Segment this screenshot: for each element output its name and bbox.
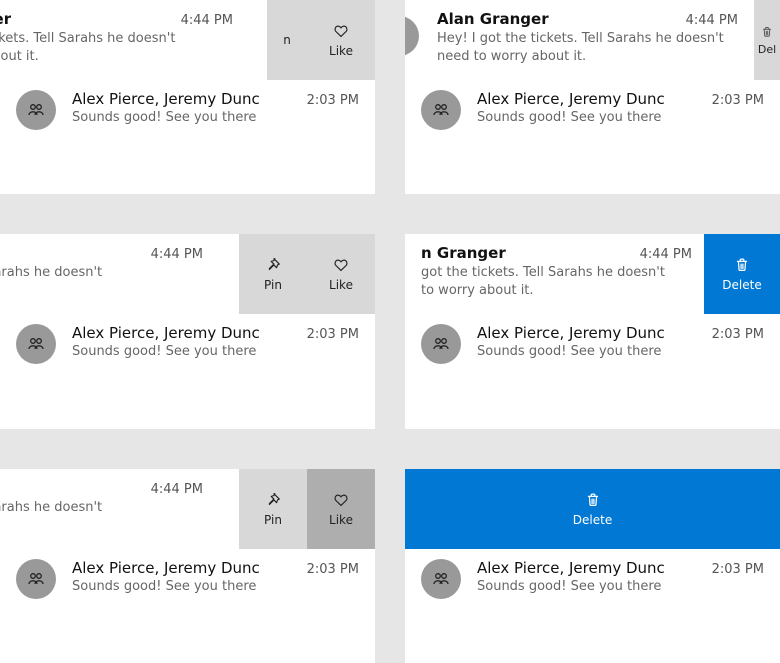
people-icon xyxy=(431,569,451,589)
conversation-item[interactable]: Alex Pierce, Jeremy Dunc 2:03 PM Sounds … xyxy=(0,549,375,609)
sender-name: Alex Pierce, Jeremy Dunc xyxy=(477,559,665,577)
message-preview: Sounds good! See you there xyxy=(72,110,359,125)
like-action[interactable]: Like xyxy=(307,234,375,314)
conversation-item[interactable]: anger 4:44 PM he tickets. Tell Sarahs he… xyxy=(0,0,375,80)
message-preview: Sounds good! See you there xyxy=(72,344,359,359)
heart-icon xyxy=(332,22,350,40)
message-preview: got the tickets. Tell Sarahs he doesn'tt… xyxy=(421,264,692,299)
sender-name: anger xyxy=(0,10,11,28)
message-preview: Sounds good! See you there xyxy=(477,110,764,125)
people-icon xyxy=(26,569,46,589)
message-preview: ets. Tell Sarahs he doesn'tout it. xyxy=(0,264,203,299)
message-card: n Granger 4:44 PM got the tickets. Tell … xyxy=(405,234,780,428)
timestamp: 2:03 PM xyxy=(307,93,359,108)
people-icon xyxy=(431,100,451,120)
people-icon xyxy=(431,334,451,354)
delete-action-sliver[interactable]: Del xyxy=(754,0,780,80)
pin-action[interactable]: n xyxy=(267,0,307,80)
pin-label: Pin xyxy=(264,513,282,527)
group-avatar xyxy=(421,324,461,364)
message-card: Delete Alex Pierce, Jeremy Dunc 2:03 PM … xyxy=(405,469,780,663)
like-label: Like xyxy=(329,44,353,58)
message-preview: Sounds good! See you there xyxy=(477,579,764,594)
sender-name: Alex Pierce, Jeremy Dunc xyxy=(72,90,260,108)
group-avatar xyxy=(16,90,56,130)
like-action[interactable]: Like xyxy=(307,0,375,80)
conversation-item[interactable]: Alex Pierce, Jeremy Dunc 2:03 PM Sounds … xyxy=(405,314,780,374)
message-card: anger 4:44 PM he tickets. Tell Sarahs he… xyxy=(0,0,375,194)
trash-icon xyxy=(584,491,602,509)
pin-icon xyxy=(264,491,282,509)
group-avatar xyxy=(16,324,56,364)
message-preview: he tickets. Tell Sarahs he doesn'trry ab… xyxy=(0,30,233,65)
delete-action[interactable]: Delete xyxy=(704,234,780,314)
pin-action[interactable]: Pin xyxy=(239,234,307,314)
conversation-item[interactable]: Alex Pierce, Jeremy Dunc 2:03 PM Sounds … xyxy=(0,314,375,374)
heart-icon xyxy=(332,256,350,274)
sender-name: Alex Pierce, Jeremy Dunc xyxy=(72,559,260,577)
sender-name: Alan Granger xyxy=(437,10,549,28)
conversation-item[interactable]: Alan Granger 4:44 PM Hey! I got the tick… xyxy=(405,0,780,80)
delete-action-full[interactable]: Delete xyxy=(405,469,780,549)
heart-icon xyxy=(332,491,350,509)
swipe-actions: Delete xyxy=(704,234,780,314)
conversation-item[interactable]: er 4:44 PM ets. Tell Sarahs he doesn'tou… xyxy=(0,469,375,549)
timestamp: 2:03 PM xyxy=(712,562,764,577)
timestamp: 4:44 PM xyxy=(181,13,233,28)
conversation-item[interactable]: Alex Pierce, Jeremy Dunc 2:03 PM Sounds … xyxy=(405,549,780,609)
trash-icon xyxy=(733,256,751,274)
group-avatar xyxy=(421,559,461,599)
sender-name: Alex Pierce, Jeremy Dunc xyxy=(477,90,665,108)
people-icon xyxy=(26,100,46,120)
timestamp: 2:03 PM xyxy=(712,327,764,342)
delete-label: Delete xyxy=(573,513,612,527)
swipe-actions: n Like xyxy=(267,0,375,80)
conversation-item[interactable]: er 4:44 PM ets. Tell Sarahs he doesn'tou… xyxy=(0,234,375,314)
message-preview: Hey! I got the tickets. Tell Sarahs he d… xyxy=(437,30,738,65)
message-card: Alan Granger 4:44 PM Hey! I got the tick… xyxy=(405,0,780,194)
pin-action[interactable]: Pin xyxy=(239,469,307,549)
conversation-item[interactable]: Alex Pierce, Jeremy Dunc 2:03 PM Sounds … xyxy=(0,80,375,140)
sender-name: Alex Pierce, Jeremy Dunc xyxy=(477,324,665,342)
swipe-actions: Pin Like xyxy=(239,469,375,549)
sender-name: n Granger xyxy=(421,244,506,262)
timestamp: 4:44 PM xyxy=(151,482,203,497)
sender-name: Alex Pierce, Jeremy Dunc xyxy=(72,324,260,342)
message-card: er 4:44 PM ets. Tell Sarahs he doesn'tou… xyxy=(0,234,375,428)
conversation-item[interactable]: Delete xyxy=(405,469,780,549)
message-card: er 4:44 PM ets. Tell Sarahs he doesn'tou… xyxy=(0,469,375,663)
delete-label-fragment: Del xyxy=(758,43,776,56)
message-preview: Sounds good! See you there xyxy=(477,344,764,359)
group-avatar xyxy=(421,90,461,130)
conversation-item[interactable]: Alex Pierce, Jeremy Dunc 2:03 PM Sounds … xyxy=(405,80,780,140)
timestamp: 4:44 PM xyxy=(640,247,692,262)
conversation-item[interactable]: n Granger 4:44 PM got the tickets. Tell … xyxy=(405,234,780,314)
pin-label-fragment: n xyxy=(283,33,291,47)
timestamp: 4:44 PM xyxy=(151,247,203,262)
timestamp: 4:44 PM xyxy=(686,13,738,28)
pin-icon xyxy=(264,256,282,274)
like-action-pressed[interactable]: Like xyxy=(307,469,375,549)
like-label: Like xyxy=(329,278,353,292)
timestamp: 2:03 PM xyxy=(712,93,764,108)
timestamp: 2:03 PM xyxy=(307,327,359,342)
group-avatar xyxy=(16,559,56,599)
trash-icon xyxy=(760,25,774,39)
message-preview: ets. Tell Sarahs he doesn'tout it. xyxy=(0,499,203,534)
delete-label: Delete xyxy=(722,278,761,292)
pin-label: Pin xyxy=(264,278,282,292)
swipe-actions-full: Delete xyxy=(405,469,780,549)
people-icon xyxy=(26,334,46,354)
message-preview: Sounds good! See you there xyxy=(72,579,359,594)
swipe-actions: Pin Like xyxy=(239,234,375,314)
like-label: Like xyxy=(329,513,353,527)
timestamp: 2:03 PM xyxy=(307,562,359,577)
